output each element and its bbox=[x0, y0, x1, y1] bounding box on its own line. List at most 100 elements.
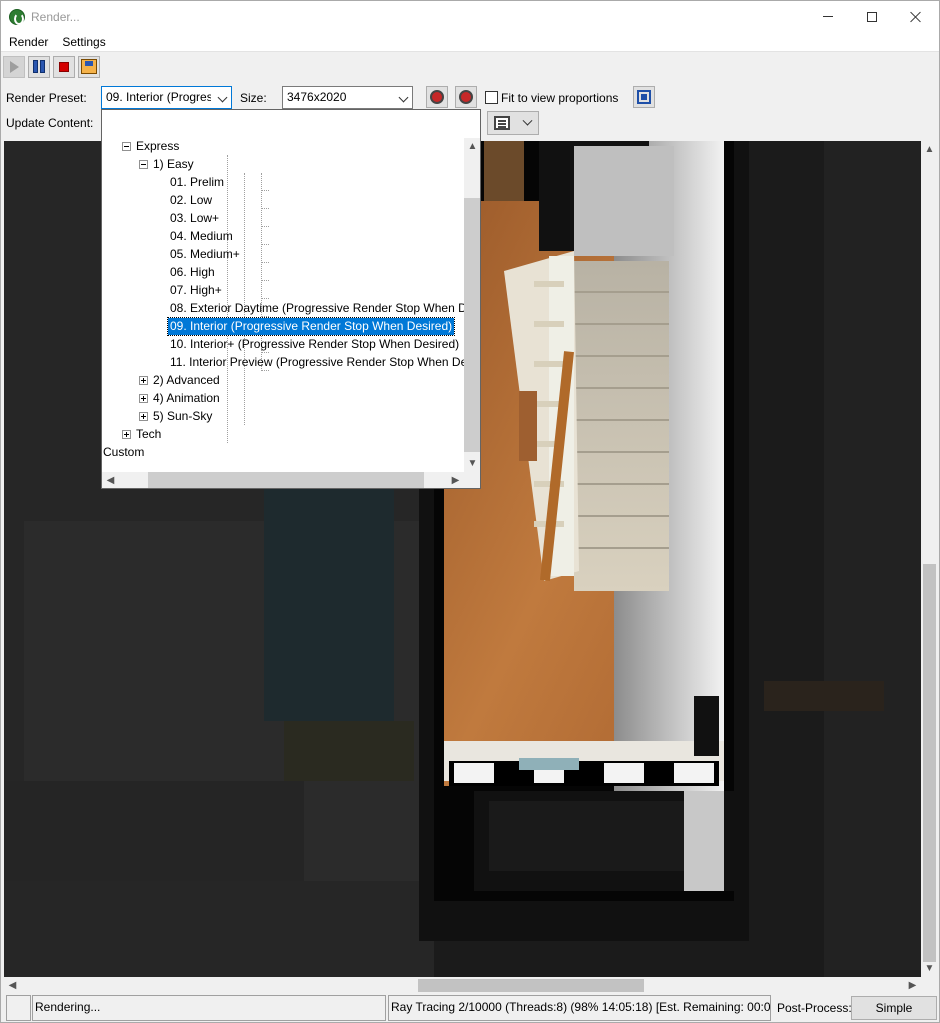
tree-connector bbox=[261, 244, 269, 245]
title-bar: Render... bbox=[1, 1, 939, 32]
collapse-icon[interactable] bbox=[122, 142, 131, 151]
tree-node-low[interactable]: 02. Low bbox=[170, 192, 212, 209]
start-render-button[interactable] bbox=[3, 55, 25, 78]
camera-remove-button[interactable] bbox=[455, 86, 477, 108]
tree-connector bbox=[261, 262, 269, 263]
play-icon bbox=[9, 60, 19, 73]
pause-icon bbox=[33, 60, 45, 73]
layers-icon bbox=[494, 116, 510, 130]
post-process-label: Post-Process: bbox=[777, 1001, 852, 1015]
status-rendering: Rendering... bbox=[32, 995, 386, 1021]
tree-connector bbox=[261, 298, 269, 299]
expand-icon[interactable] bbox=[139, 394, 148, 403]
camera-add-button[interactable] bbox=[426, 86, 448, 108]
render-preset-combo[interactable]: 09. Interior (Progressive Render Stop Wh… bbox=[101, 86, 232, 109]
vertical-scroll-thumb[interactable] bbox=[923, 564, 936, 962]
render-window: Render... Render Settings Render Preset:… bbox=[0, 0, 940, 1023]
tree-connector bbox=[227, 155, 228, 443]
scroll-left-icon[interactable]: ◀ bbox=[102, 472, 119, 488]
tree-node-medium-plus[interactable]: 05. Medium+ bbox=[170, 246, 240, 263]
tree-node-interior-plus[interactable]: 10. Interior+ (Progressive Render Stop W… bbox=[170, 336, 459, 353]
render-preset-value: 09. Interior (Progressive Render Stop Wh… bbox=[106, 90, 211, 104]
app-power-icon bbox=[9, 8, 25, 25]
minimize-button[interactable] bbox=[805, 1, 851, 32]
tree-node-tech[interactable]: Tech bbox=[136, 426, 161, 443]
horizontal-scroll-thumb[interactable] bbox=[418, 979, 644, 992]
expand-icon[interactable] bbox=[122, 430, 131, 439]
render-preset-dropdown: Express 1) Easy 01. Prelim 02. Low 03. L… bbox=[101, 109, 481, 489]
save-image-button[interactable] bbox=[78, 55, 100, 78]
tree-node-animation[interactable]: 4) Animation bbox=[153, 390, 220, 407]
tree-node-interior-selected[interactable]: 09. Interior (Progressive Render Stop Wh… bbox=[166, 317, 456, 336]
size-combo[interactable]: 3476x2020 bbox=[282, 86, 413, 109]
expand-icon[interactable] bbox=[139, 376, 148, 385]
tree-connector bbox=[261, 226, 269, 227]
tree-node-custom[interactable]: Custom bbox=[103, 444, 144, 461]
chevron-down-icon bbox=[398, 92, 409, 103]
dropdown-horizontal-scrollbar[interactable]: ◀ ▶ bbox=[102, 472, 464, 488]
fit-frame-button[interactable] bbox=[633, 86, 655, 108]
scroll-right-icon[interactable]: ▶ bbox=[447, 472, 464, 488]
tree-node-high-plus[interactable]: 07. High+ bbox=[170, 282, 222, 299]
scroll-down-icon[interactable]: ▼ bbox=[921, 960, 938, 977]
menu-bar: Render Settings bbox=[1, 32, 939, 51]
tree-node-sun-sky[interactable]: 5) Sun-Sky bbox=[153, 408, 212, 425]
tree-connector bbox=[261, 280, 269, 281]
fit-proportions-checkbox[interactable] bbox=[485, 91, 498, 104]
tree-node-interior-preview[interactable]: 11. Interior Preview (Progressive Render… bbox=[170, 354, 464, 371]
tree-node-low-plus[interactable]: 03. Low+ bbox=[170, 210, 219, 227]
scroll-left-icon[interactable]: ◀ bbox=[4, 977, 21, 994]
close-button[interactable] bbox=[893, 1, 939, 32]
update-content-label: Update Content: bbox=[6, 116, 94, 130]
dropdown-vertical-scrollbar[interactable] bbox=[464, 138, 480, 472]
preset-row: Render Preset: 09. Interior (Progressive… bbox=[1, 85, 939, 111]
window-title: Render... bbox=[31, 9, 80, 24]
tree-node-prelim[interactable]: 01. Prelim bbox=[170, 174, 224, 191]
chevron-down-icon bbox=[522, 115, 533, 126]
tree-node-high[interactable]: 06. High bbox=[170, 264, 215, 281]
save-icon bbox=[81, 59, 97, 74]
tree-node-advanced[interactable]: 2) Advanced bbox=[153, 372, 220, 389]
menu-render[interactable]: Render bbox=[1, 35, 55, 49]
status-indicator bbox=[6, 995, 31, 1021]
fit-proportions-label: Fit to view proportions bbox=[501, 91, 619, 105]
toolbar bbox=[1, 51, 939, 81]
tree-connector bbox=[261, 208, 269, 209]
viewport-vertical-scrollbar[interactable]: ▲ ▼ bbox=[921, 141, 938, 977]
stop-render-button[interactable] bbox=[53, 55, 75, 78]
frame-fit-icon bbox=[637, 90, 651, 104]
stop-icon bbox=[59, 61, 69, 72]
menu-settings[interactable]: Settings bbox=[55, 35, 112, 49]
collapse-icon[interactable] bbox=[139, 160, 148, 169]
expand-icon[interactable] bbox=[139, 412, 148, 421]
dropdown-horizontal-thumb[interactable] bbox=[148, 472, 424, 488]
camera-minus-icon bbox=[459, 90, 473, 104]
tree-connector bbox=[244, 173, 245, 425]
render-preset-label: Render Preset: bbox=[6, 91, 87, 105]
tree-node-medium[interactable]: 04. Medium bbox=[170, 228, 233, 245]
scroll-up-icon[interactable]: ▲ bbox=[464, 138, 480, 155]
status-progress: Ray Tracing 2/10000 (Threads:8) (98% 14:… bbox=[388, 995, 771, 1021]
scrollbar-corner bbox=[464, 472, 480, 488]
chevron-down-icon bbox=[217, 92, 228, 103]
status-bar: Rendering... Ray Tracing 2/10000 (Thread… bbox=[1, 994, 939, 1022]
maximize-icon bbox=[867, 11, 877, 22]
scroll-down-icon[interactable]: ▼ bbox=[464, 455, 480, 472]
dropdown-vertical-thumb[interactable] bbox=[464, 198, 480, 452]
layers-dropdown-button[interactable] bbox=[487, 111, 539, 135]
preset-tree: Express 1) Easy 01. Prelim 02. Low 03. L… bbox=[102, 110, 464, 472]
scroll-up-icon[interactable]: ▲ bbox=[921, 141, 938, 158]
tree-node-express[interactable]: Express bbox=[136, 138, 179, 155]
minimize-icon bbox=[823, 16, 833, 17]
post-process-button[interactable]: Simple bbox=[851, 996, 937, 1020]
close-icon bbox=[910, 11, 922, 23]
tree-connector bbox=[261, 190, 269, 191]
tree-node-easy[interactable]: 1) Easy bbox=[153, 156, 194, 173]
camera-plus-icon bbox=[430, 90, 444, 104]
pause-render-button[interactable] bbox=[28, 55, 50, 78]
viewport-horizontal-scrollbar[interactable]: ◀ ▶ bbox=[4, 977, 921, 994]
maximize-button[interactable] bbox=[849, 1, 895, 32]
tree-node-exterior-daytime[interactable]: 08. Exterior Daytime (Progressive Render… bbox=[170, 300, 464, 317]
scroll-right-icon[interactable]: ▶ bbox=[904, 977, 921, 994]
size-label: Size: bbox=[240, 91, 267, 105]
